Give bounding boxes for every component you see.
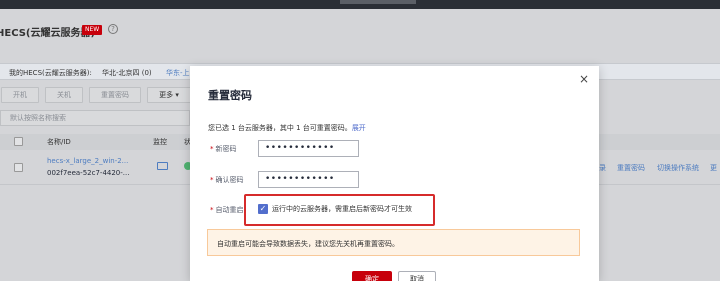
reset-password-dialog: × 重置密码 您已选 1 台云服务器，其中 1 台可重置密码。展开 * 新密码 •… bbox=[190, 66, 599, 281]
confirm-password-label-text: 确认密码 bbox=[215, 176, 244, 184]
confirm-password-input[interactable]: •••••••••••• bbox=[258, 171, 359, 188]
new-password-label: * 新密码 bbox=[210, 145, 237, 153]
confirm-button[interactable]: 确定 bbox=[352, 271, 392, 281]
highlight-box bbox=[244, 194, 435, 226]
close-icon[interactable]: × bbox=[579, 73, 589, 85]
selection-info: 您已选 1 台云服务器，其中 1 台可重置密码。展开 bbox=[208, 123, 366, 133]
selection-info-text: 您已选 1 台云服务器，其中 1 台可重置密码。 bbox=[208, 124, 352, 132]
warning-alert: 自动重启可能会导致数据丢失，建议您先关机再重置密码。 bbox=[207, 229, 580, 256]
auto-restart-label-text: 自动重启 bbox=[215, 206, 244, 214]
warning-text: 自动重启可能会导致数据丢失，建议您先关机再重置密码。 bbox=[217, 240, 399, 248]
new-password-input[interactable]: •••••••••••• bbox=[258, 140, 359, 157]
expand-link[interactable]: 展开 bbox=[352, 124, 366, 132]
confirm-password-label: * 确认密码 bbox=[210, 176, 244, 184]
dialog-title: 重置密码 bbox=[208, 89, 252, 102]
cancel-button[interactable]: 取消 bbox=[398, 271, 436, 281]
new-password-label-text: 新密码 bbox=[215, 145, 237, 153]
modal-overlay: × 重置密码 您已选 1 台云服务器，其中 1 台可重置密码。展开 * 新密码 •… bbox=[0, 0, 720, 281]
auto-restart-label: * 自动重启 bbox=[210, 206, 244, 214]
